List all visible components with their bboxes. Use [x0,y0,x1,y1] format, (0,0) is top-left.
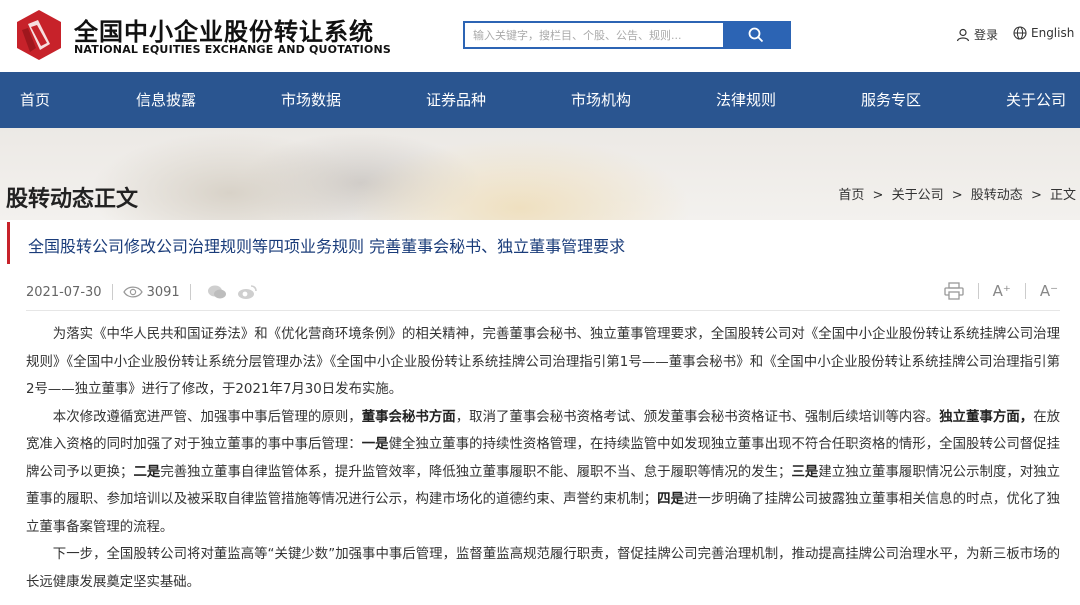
page-title: 股转动态正文 [6,187,139,212]
search-button[interactable] [723,23,789,47]
wechat-share-icon[interactable] [207,284,227,300]
main-nav: 首页 信息披露 市场数据 证券品种 市场机构 法律规则 服务专区 关于公司 [0,72,1080,128]
nav-item-home[interactable]: 首页 [20,72,50,128]
article-meta: 2021-07-30 3091 [26,283,257,301]
page-banner: 股转动态正文 首页 > 关于公司 > 股转动态 > 正文 [0,128,1080,220]
breadcrumb-separator: > [872,188,884,203]
nav-item-disclosure[interactable]: 信息披露 [136,72,196,128]
bold-run: 四是 [657,492,685,507]
nav-item-about[interactable]: 关于公司 [1006,72,1066,128]
bold-run: 三是 [791,464,819,480]
view-count: 3091 [146,284,180,300]
neeq-logo-icon[interactable] [14,10,64,60]
tools-divider [1024,283,1026,299]
search-input[interactable] [465,23,723,47]
user-icon [956,28,970,41]
tools-divider [977,283,979,299]
article-paragraph-1: 为落实《中华人民共和国证券法》和《优化营商环境条例》的相关精神，完善董事会秘书、… [26,327,1060,397]
breadcrumb-about[interactable]: 关于公司 [892,188,944,203]
article-paragraph-2: 本次修改遵循宽进严管、加强事中事后管理的原则，董事会秘书方面，取消了董事会秘书资… [26,404,1060,542]
nav-item-services[interactable]: 服务专区 [861,72,921,128]
article-tools: A⁺ A⁻ [943,282,1058,300]
language-switch[interactable]: English [1013,26,1074,40]
breadcrumb-current: 正文 [1049,188,1076,203]
text-run: 本次修改遵循宽进严管、加强事中事后管理的原则， [52,409,362,425]
meta-divider [111,284,113,300]
meta-divider [189,284,191,300]
bold-run: 董事会秘书方面 [361,409,456,425]
text-run: ，取消了董事会秘书资格考试、颁发董事会秘书资格证书、强制后续培训等内容。 [455,409,940,425]
article-body: 为落实《中华人民共和国证券法》和《优化营商环境条例》的相关精神，完善董事会秘书、… [26,321,1060,596]
login-link[interactable]: 登录 [956,26,998,43]
article-title: 全国股转公司修改公司治理规则等四项业务规则 完善董事会秘书、独立董事管理要求 [28,237,626,256]
eye-icon [122,286,143,298]
article-paragraph-3: 下一步，全国股转公司将对董监高等“关键少数”加强事中事后管理，监督董监高规范履行… [26,547,1060,590]
meta-underline [26,310,1060,311]
breadcrumb-separator: > [951,188,963,203]
breadcrumb-home[interactable]: 首页 [838,188,864,203]
print-icon[interactable] [943,282,964,300]
article-title-bar: 全国股转公司修改公司治理规则等四项业务规则 完善董事会秘书、独立董事管理要求 [7,222,1080,264]
breadcrumb: 首页 > 关于公司 > 股转动态 > 正文 [836,184,1078,203]
breadcrumb-separator: > [1030,188,1042,203]
search-box [463,21,791,49]
bold-run: 二是 [133,464,161,480]
breadcrumb-news[interactable]: 股转动态 [971,188,1023,203]
nav-item-institutions[interactable]: 市场机构 [571,72,631,128]
text-run: 完善独立董事自律监管体系，提升监管效率，降低独立董事履职不能、履职不当、怠于履职… [160,464,792,480]
brand-name-cn: 全国中小企业股份转让系统 [74,18,374,46]
bold-run: 独立董事方面， [939,409,1034,425]
site-header: 全国中小企业股份转让系统 NATIONAL EQUITIES EXCHANGE … [0,0,1080,72]
bold-run: 一是 [361,437,389,452]
nav-item-securities[interactable]: 证券品种 [426,72,486,128]
language-label: English [1031,26,1075,40]
globe-icon [1013,26,1027,40]
publish-date: 2021-07-30 [26,284,102,300]
login-label: 登录 [974,28,999,42]
search-icon [748,27,764,43]
nav-item-market-data[interactable]: 市场数据 [281,72,341,128]
font-increase-button[interactable]: A⁺ [993,282,1011,300]
weibo-share-icon[interactable] [237,284,257,300]
brand-name-en: NATIONAL EQUITIES EXCHANGE AND QUOTATION… [74,43,391,56]
nav-item-rules[interactable]: 法律规则 [716,72,776,128]
font-decrease-button[interactable]: A⁻ [1040,282,1058,300]
